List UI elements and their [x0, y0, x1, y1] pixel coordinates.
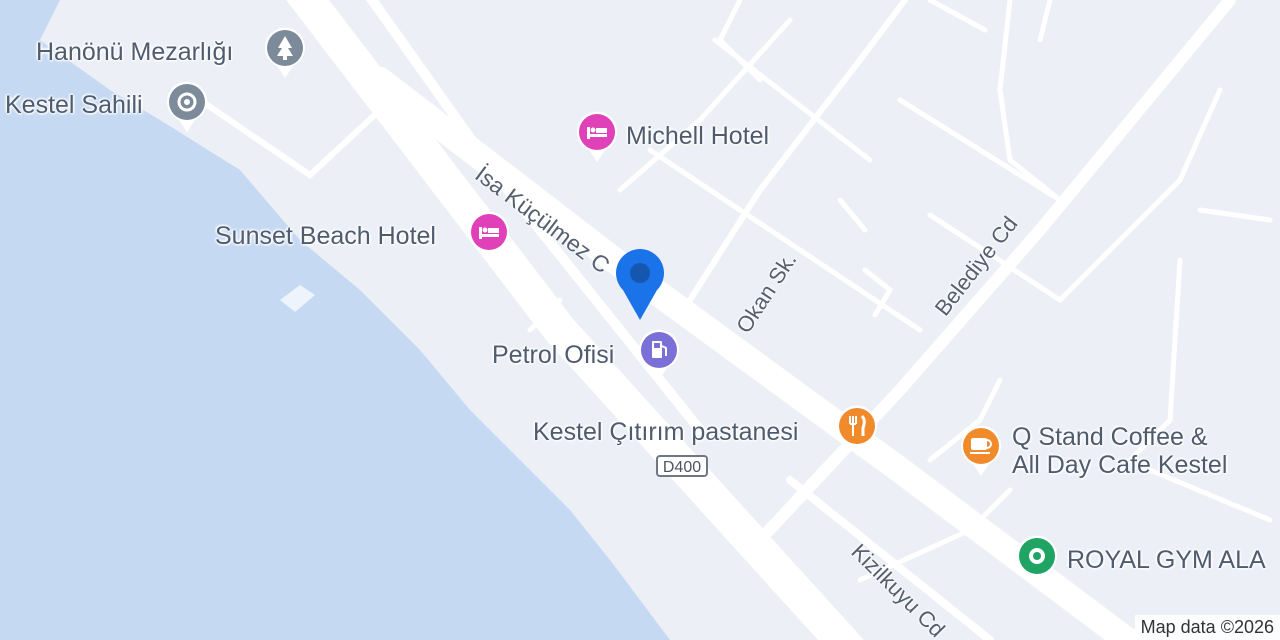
place-label-michell[interactable]: Michell Hotel	[626, 122, 769, 150]
place-label-qstand-2[interactable]: All Day Cafe Kestel	[1012, 451, 1227, 479]
map-attribution[interactable]: Map data ©2026	[1134, 615, 1280, 640]
highway-shield-d400: D400	[656, 455, 708, 477]
place-label-qstand-1[interactable]: Q Stand Coffee &	[1012, 423, 1208, 451]
place-label-petrol[interactable]: Petrol Ofisi	[492, 341, 614, 369]
place-label-royal[interactable]: ROYAL GYM ALA	[1067, 546, 1266, 574]
location-pin-icon[interactable]	[613, 246, 667, 322]
road-minor-18	[1037, 0, 1053, 43]
place-label-hanonu[interactable]: Hanönü Mezarlığı	[36, 38, 233, 66]
place-label-citirim[interactable]: Kestel Çıtırım pastanesi	[533, 418, 798, 446]
place-label-sunset[interactable]: Sunset Beach Hotel	[215, 222, 436, 250]
road-minor-8	[1197, 207, 1273, 223]
hotel-icon[interactable]	[574, 108, 620, 164]
road-minor-1	[617, 17, 793, 193]
place-icon[interactable]	[164, 78, 210, 134]
road-minor-17	[927, 0, 988, 33]
road-minor-4	[897, 97, 1063, 203]
cafe-icon[interactable]	[958, 422, 1004, 478]
gas-station-icon[interactable]	[636, 326, 682, 382]
road-minor-11	[837, 197, 868, 233]
road-minor-7	[1057, 87, 1223, 303]
place-label-kestel-sahili[interactable]: Kestel Sahili	[5, 91, 143, 119]
cemetery-icon[interactable]	[262, 24, 308, 80]
map-view[interactable]: İsa Küçülmez C Okan Sk. Belediye Cd Kizi…	[0, 0, 1280, 640]
restaurant-icon[interactable]	[834, 402, 880, 458]
gym-icon[interactable]	[1014, 532, 1060, 588]
hotel-icon[interactable]	[466, 208, 512, 264]
